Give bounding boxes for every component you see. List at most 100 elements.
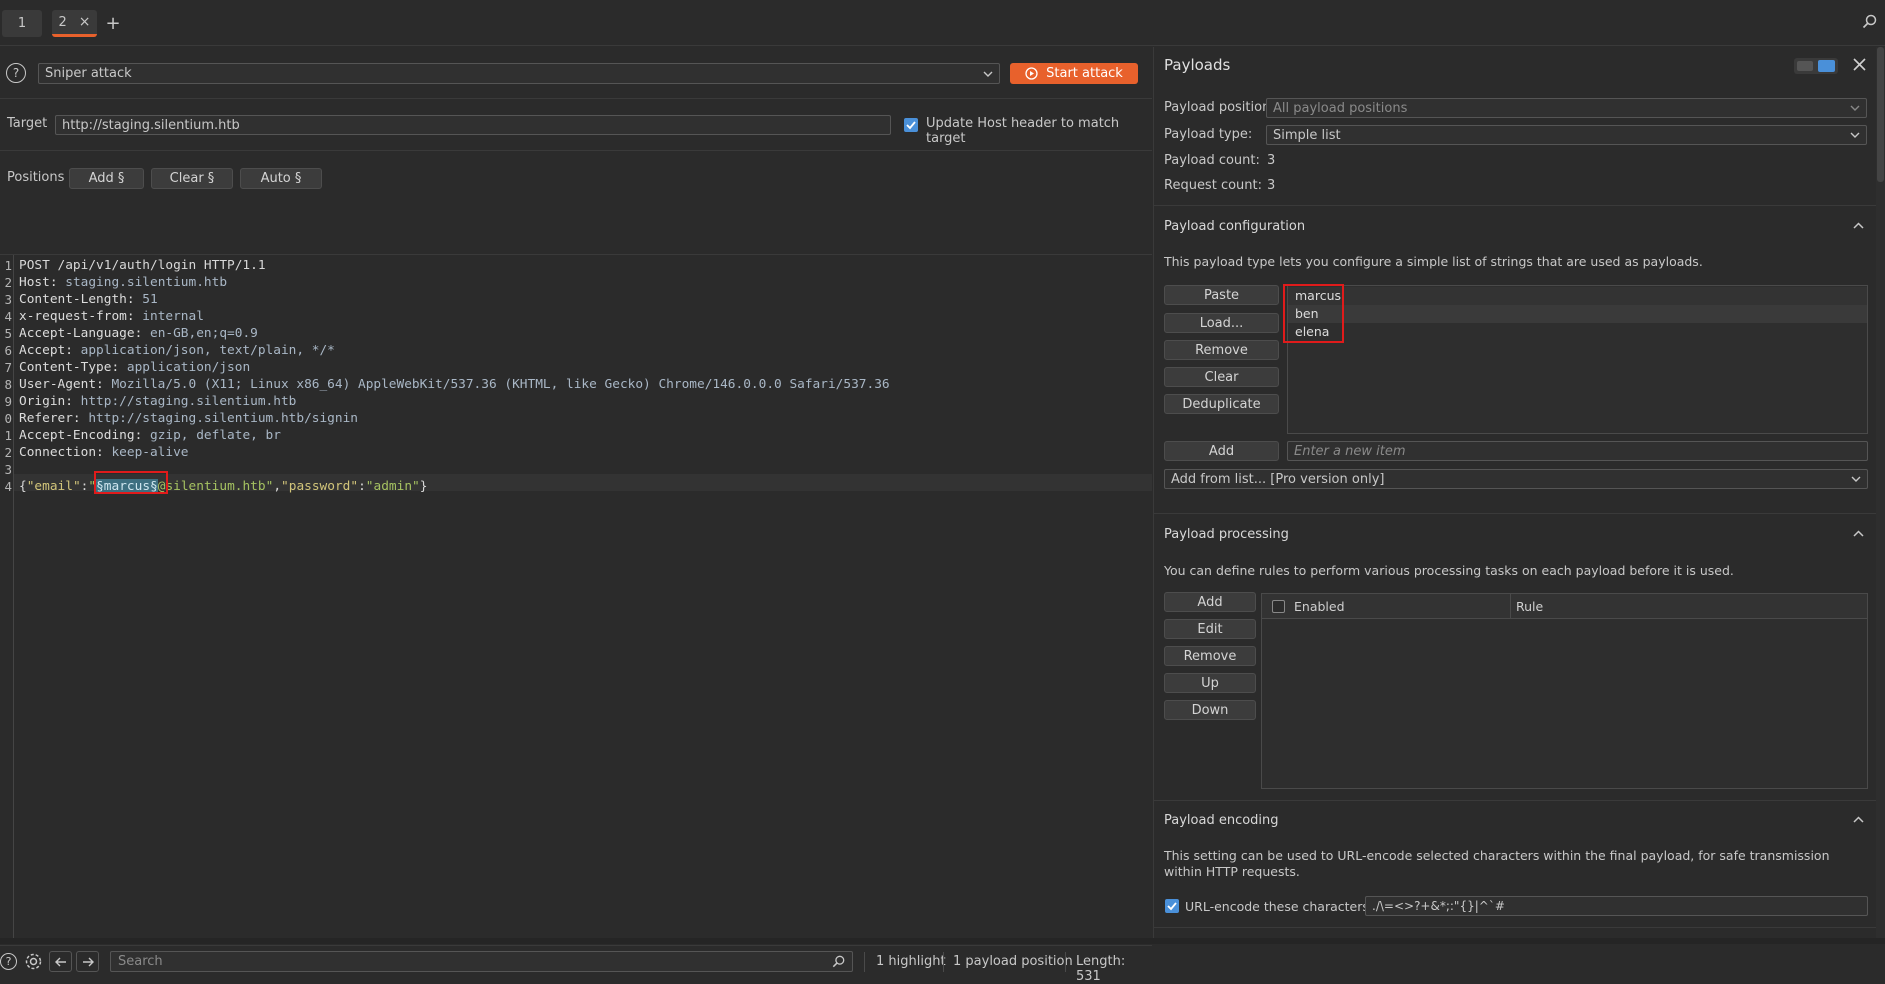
- start-attack-label: Start attack: [1046, 66, 1123, 81]
- clear-markers-button[interactable]: Clear §: [151, 168, 233, 189]
- start-attack-button[interactable]: Start attack: [1010, 63, 1138, 84]
- column-header-enabled[interactable]: Enabled: [1294, 599, 1345, 614]
- close-icon[interactable]: [1853, 58, 1866, 71]
- paste-button[interactable]: Paste: [1164, 285, 1279, 305]
- header-value: http://staging.silentium.htb: [72, 394, 297, 409]
- list-item[interactable]: elena: [1288, 323, 1867, 341]
- header-name: User-Agent:: [19, 377, 104, 392]
- target-label: Target: [7, 116, 48, 131]
- layout-toggle[interactable]: [1794, 58, 1838, 74]
- highlight-box: [94, 471, 168, 494]
- new-item-input[interactable]: Enter a new item: [1287, 441, 1868, 461]
- request-header-line: x-request-from: internal: [19, 308, 204, 325]
- tab-1[interactable]: 1: [2, 10, 42, 37]
- list-item[interactable]: marcus: [1288, 287, 1867, 305]
- editor-footer: ? Search 1 highlight 1 payload position …: [0, 945, 1152, 984]
- json-key-password: "password": [281, 479, 359, 494]
- line-number: 4: [4, 309, 12, 324]
- clear-button[interactable]: Clear: [1164, 367, 1279, 387]
- payload-type-label: Payload type:: [1164, 127, 1253, 142]
- url-encode-checkbox[interactable]: [1165, 899, 1179, 913]
- status-strip: [0, 938, 1885, 944]
- line-number: 6: [4, 343, 12, 358]
- payload-count-label: Payload count:: [1164, 153, 1260, 168]
- payloads-panel: Payloads Payload position: All payload p…: [1153, 47, 1885, 944]
- line-number: 3: [4, 462, 12, 477]
- remove-rule-button[interactable]: Remove: [1164, 646, 1256, 666]
- auto-markers-button[interactable]: Auto §: [240, 168, 322, 189]
- remove-button[interactable]: Remove: [1164, 340, 1279, 360]
- help-icon[interactable]: ?: [6, 63, 26, 83]
- line-number: 2: [4, 445, 12, 460]
- section-title: Payload configuration: [1164, 219, 1306, 234]
- json-value-password: "admin": [365, 479, 420, 494]
- chevron-up-icon[interactable]: [1853, 222, 1864, 229]
- line-number: 1: [4, 428, 12, 443]
- layout-vertical-icon[interactable]: [1818, 60, 1835, 72]
- layout-horizontal-icon[interactable]: [1797, 61, 1813, 71]
- request-header-line: Accept: application/json, text/plain, */…: [19, 342, 335, 359]
- line-number: 5: [4, 326, 12, 341]
- payload-position-value: All payload positions: [1273, 100, 1408, 116]
- edit-rule-button[interactable]: Edit: [1164, 619, 1256, 639]
- search-icon[interactable]: [1862, 14, 1877, 29]
- chevron-up-icon[interactable]: [1853, 530, 1864, 537]
- update-host-label: Update Host header to match target: [926, 116, 1120, 146]
- request-header-line: Origin: http://staging.silentium.htb: [19, 393, 296, 410]
- scrollbar-thumb[interactable]: [1877, 47, 1884, 182]
- chevron-up-icon[interactable]: [1853, 816, 1864, 823]
- attack-type-select[interactable]: Sniper attack: [38, 63, 1000, 84]
- search-placeholder: Search: [118, 954, 163, 969]
- update-host-checkbox[interactable]: [904, 118, 918, 132]
- json-key-email: "email": [26, 479, 81, 494]
- next-arrow-icon[interactable]: [76, 951, 99, 972]
- chevron-down-icon: [1851, 476, 1861, 482]
- payload-type-select[interactable]: Simple list: [1266, 125, 1867, 145]
- deduplicate-button[interactable]: Deduplicate: [1164, 394, 1279, 414]
- settings-gear-icon[interactable]: [24, 952, 43, 971]
- add-from-list-select[interactable]: Add from list... [Pro version only]: [1164, 469, 1868, 489]
- positions-label: Positions: [7, 170, 65, 185]
- move-down-button[interactable]: Down: [1164, 700, 1256, 720]
- payload-count-value: 3: [1267, 153, 1276, 168]
- add-marker-button[interactable]: Add §: [69, 168, 144, 189]
- column-header-rule[interactable]: Rule: [1516, 599, 1543, 614]
- target-input[interactable]: http://staging.silentium.htb: [55, 115, 891, 135]
- list-item[interactable]: ben: [1288, 305, 1867, 323]
- config-description: This payload type lets you configure a s…: [1164, 254, 1703, 269]
- load-button[interactable]: Load...: [1164, 313, 1279, 333]
- payload-type-value: Simple list: [1273, 127, 1341, 143]
- header-value: internal: [134, 309, 204, 324]
- help-icon[interactable]: ?: [0, 953, 17, 970]
- header-name: Referer:: [19, 411, 81, 426]
- move-up-button[interactable]: Up: [1164, 673, 1256, 693]
- previous-arrow-icon[interactable]: [49, 951, 72, 972]
- payload-position-select[interactable]: All payload positions: [1266, 98, 1867, 118]
- request-count-label: Request count:: [1164, 178, 1262, 193]
- select-all-checkbox[interactable]: [1272, 600, 1285, 613]
- scrollbar-track[interactable]: [1876, 47, 1885, 944]
- payload-encoding-section[interactable]: Payload encoding: [1154, 800, 1885, 840]
- close-tab-icon[interactable]: ×: [79, 14, 91, 30]
- url-encode-chars-input[interactable]: ./\=<>?+&*;:"{}|^`#: [1365, 896, 1868, 916]
- payload-processing-section[interactable]: Payload processing: [1154, 513, 1885, 553]
- add-tab-button[interactable]: +: [105, 10, 120, 37]
- search-field[interactable]: Search: [110, 951, 853, 972]
- add-rule-button[interactable]: Add: [1164, 592, 1256, 612]
- tab-2[interactable]: 2 ×: [52, 10, 97, 37]
- header-value: http://staging.silentium.htb/signin: [80, 411, 358, 426]
- header-name: Content-Length:: [19, 292, 135, 307]
- payload-configuration-section[interactable]: Payload configuration: [1154, 205, 1885, 245]
- header-value: application/json: [119, 360, 251, 375]
- header-name: Connection:: [19, 445, 104, 460]
- intruder-positions-panel: ? Sniper attack Start attack Target http…: [0, 47, 1152, 984]
- json-brace: }: [419, 479, 428, 494]
- chevron-down-icon: [983, 71, 993, 77]
- add-item-button[interactable]: Add: [1164, 441, 1279, 461]
- request-editor[interactable]: 1 2 3 4 5 6 7 8 9 0 1 2 3 4 POST /api/v1/auth/login H…: [0, 254, 1152, 938]
- line-number: 7: [4, 360, 12, 375]
- section-title: Payload encoding: [1164, 813, 1279, 828]
- payload-list[interactable]: marcus ben elena: [1287, 285, 1868, 434]
- rules-table[interactable]: Enabled Rule: [1261, 593, 1868, 789]
- request-body-line: {"email":"§marcus§@silentium.htb","passw…: [19, 478, 427, 495]
